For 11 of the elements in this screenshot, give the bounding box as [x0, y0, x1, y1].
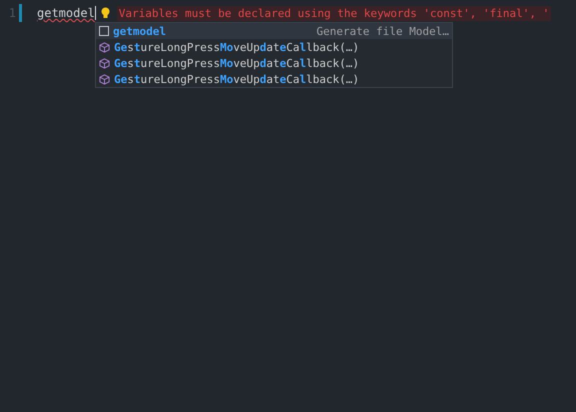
square-icon [99, 26, 109, 36]
error-message: Variables must be declared using the keywords 'const', 'final', ' [116, 6, 552, 20]
cube-icon [99, 58, 110, 68]
suggestion-item[interactable]: GestureLongPressMoveUpdateCallback(…) [96, 55, 452, 71]
cube-icon [99, 74, 110, 84]
cube-icon [99, 42, 110, 52]
suggestion-item[interactable]: GestureLongPressMoveUpdateCallback(…) [96, 39, 452, 55]
suggestion-item[interactable]: GestureLongPressMoveUpdateCallback(…) [96, 71, 452, 87]
lightbulb-icon[interactable] [100, 7, 110, 19]
code-text: getmodel [37, 6, 95, 20]
suggestion-item[interactable]: getmodel Generate file Model… [96, 23, 452, 39]
